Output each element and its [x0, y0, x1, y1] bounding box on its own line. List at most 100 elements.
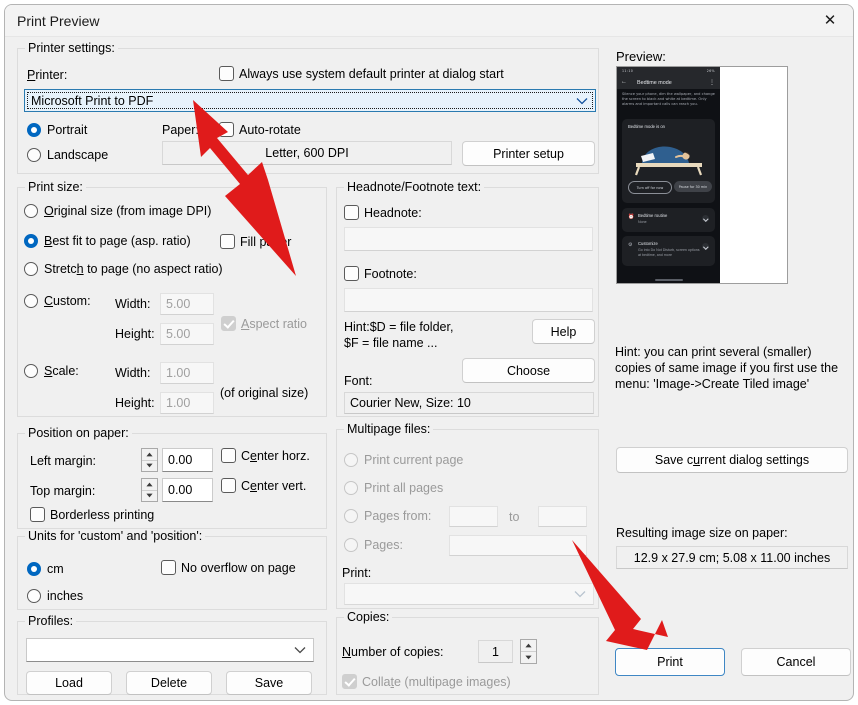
top-margin-spinner[interactable]: [141, 478, 158, 502]
choose-label: Choose: [506, 363, 551, 378]
delete-profile-button[interactable]: Delete: [126, 671, 212, 695]
custom-height-input[interactable]: 5.00: [160, 323, 214, 345]
pages-to-input[interactable]: [538, 506, 587, 527]
pages-radio[interactable]: Pages:: [344, 538, 403, 552]
spinner-down-icon[interactable]: [142, 459, 157, 472]
profiles-legend: Profiles:: [25, 614, 77, 628]
footnote-label: Footnote:: [364, 266, 417, 281]
print-all-pages-label: Print all pages: [364, 481, 444, 495]
spinner-down-icon[interactable]: [142, 489, 157, 502]
orientation-portrait-label: Portrait: [47, 123, 88, 137]
spinner-up-icon[interactable]: [142, 449, 157, 460]
fill-paper-checkbox[interactable]: Fill paper: [220, 234, 291, 249]
chevron-down-icon[interactable]: [702, 243, 709, 250]
scale-width-input[interactable]: 1.00: [160, 362, 214, 384]
checkbox-box: [221, 448, 236, 463]
print-size-stretch-radio[interactable]: Stretch to page (no aspect ratio): [24, 262, 223, 276]
left-margin-spinner[interactable]: [141, 448, 158, 472]
font-value-field: Courier New, Size: 10: [344, 392, 594, 414]
chevron-down-icon[interactable]: [702, 215, 709, 222]
phone-customize-row[interactable]: ⚙ Customize Go into Do Not Disturb, scre…: [622, 236, 715, 266]
spinner-up-icon[interactable]: [142, 479, 157, 490]
sleeping-person-illustration: [634, 146, 703, 176]
profiles-combo[interactable]: [26, 638, 314, 662]
title-bar: Print Preview ✕: [5, 5, 853, 37]
load-profile-button[interactable]: Load: [26, 671, 112, 695]
resulting-size-field: 12.9 x 27.9 cm; 5.08 x 11.00 inches: [616, 546, 848, 569]
paper-value: Letter, 600 DPI: [265, 146, 349, 160]
choose-font-button[interactable]: Choose: [462, 358, 595, 383]
headnote-input[interactable]: [344, 227, 593, 251]
print-size-bestfit-radio[interactable]: Best fit to page (asp. ratio): [24, 234, 191, 248]
print-size-scale-radio[interactable]: Scale:: [24, 364, 79, 378]
help-button[interactable]: Help: [532, 319, 595, 344]
print-size-stretch-label: Stretch to page (no aspect ratio): [44, 262, 223, 276]
number-of-copies-input[interactable]: 1: [478, 640, 513, 663]
custom-width-label: Width:: [115, 297, 151, 311]
printer-setup-button[interactable]: Printer setup: [462, 141, 595, 166]
print-current-page-radio[interactable]: Print current page: [344, 453, 463, 467]
checkbox-box: [161, 560, 176, 575]
always-default-printer-checkbox[interactable]: Always use system default printer at dia…: [219, 66, 504, 81]
copies-spinner[interactable]: [520, 639, 537, 664]
spinner-up-icon[interactable]: [521, 640, 536, 651]
scale-height-label: Height:: [115, 396, 155, 410]
center-horz-checkbox[interactable]: Center horz.: [221, 448, 310, 463]
print-all-pages-radio[interactable]: Print all pages: [344, 481, 443, 495]
borderless-printing-checkbox[interactable]: Borderless printing: [30, 507, 154, 522]
checkbox-box: [344, 205, 359, 220]
pages-from-radio[interactable]: Pages from:: [344, 509, 431, 523]
auto-rotate-label: Auto-rotate: [239, 122, 301, 137]
spinner-down-icon[interactable]: [521, 651, 536, 663]
checkbox-box: [219, 66, 234, 81]
printer-combo[interactable]: Microsoft Print to PDF: [24, 89, 596, 112]
pause-button[interactable]: Pause for 30 min: [674, 181, 712, 192]
phone-bedtime-routine-row[interactable]: ⏰ Bedtime routine None: [622, 208, 715, 232]
headnote-checkbox[interactable]: Headnote:: [344, 205, 422, 220]
print-size-custom-radio[interactable]: Custom:: [24, 294, 91, 308]
footnote-checkbox[interactable]: Footnote:: [344, 266, 417, 281]
collate-checkbox[interactable]: Collate (multipage images): [342, 674, 511, 689]
footnote-input[interactable]: [344, 288, 593, 312]
number-of-copies-value: 1: [492, 644, 499, 659]
left-margin-input[interactable]: 0.00: [162, 448, 213, 472]
printer-combo-value: Microsoft Print to PDF: [31, 93, 154, 108]
phone-row2-sub: Go into Do Not Disturb, screen options a…: [638, 248, 700, 257]
print-size-scale-label: Scale:: [44, 364, 79, 378]
left-margin-value: 0.00: [168, 453, 193, 467]
close-icon[interactable]: ✕: [807, 5, 853, 36]
turn-off-for-now-button[interactable]: Turn off for now: [628, 181, 672, 194]
print-size-legend: Print size:: [25, 180, 86, 194]
radio-dot: [24, 364, 38, 378]
always-default-printer-label: Always use system default printer at dia…: [239, 66, 504, 81]
cancel-button[interactable]: Cancel: [741, 648, 851, 676]
top-margin-input[interactable]: 0.00: [162, 478, 213, 502]
save-dialog-settings-button[interactable]: Save current dialog settings: [616, 447, 848, 473]
pages-from-input[interactable]: [449, 506, 498, 527]
top-margin-label: Top margin:: [30, 484, 96, 498]
headnote-footnote-legend: Headnote/Footnote text:: [344, 180, 485, 194]
aspect-ratio-label: Aspect ratio: [241, 316, 308, 331]
preview-label: Preview:: [616, 49, 666, 64]
auto-rotate-checkbox[interactable]: Auto-rotate: [219, 122, 301, 137]
units-cm-radio[interactable]: cm: [27, 562, 64, 576]
phone-nav-bar: [617, 275, 720, 283]
save-profile-button[interactable]: Save: [226, 671, 312, 695]
units-inches-radio[interactable]: inches: [27, 589, 83, 603]
orientation-portrait-radio[interactable]: Portrait: [27, 123, 87, 137]
center-vert-checkbox[interactable]: Center vert.: [221, 478, 306, 493]
pages-input[interactable]: [449, 535, 587, 556]
print-combo[interactable]: [344, 583, 594, 605]
hint-line-1: Hint:$D = file folder,: [344, 320, 454, 334]
help-label: Help: [550, 324, 577, 339]
scale-height-input[interactable]: 1.00: [160, 392, 214, 414]
print-button[interactable]: Print: [615, 648, 725, 676]
phone-row2-title: Customize: [638, 241, 658, 246]
no-overflow-checkbox[interactable]: No overflow on page: [161, 560, 296, 575]
phone-row1-title: Bedtime routine: [638, 213, 668, 218]
aspect-ratio-checkbox[interactable]: Aspect ratio: [221, 316, 307, 331]
orientation-landscape-radio[interactable]: Landscape: [27, 148, 108, 162]
custom-width-input[interactable]: 5.00: [160, 293, 214, 315]
kebab-menu-icon: ⋮: [709, 80, 715, 86]
print-size-original-radio[interactable]: Original size (from image DPI): [24, 204, 211, 218]
